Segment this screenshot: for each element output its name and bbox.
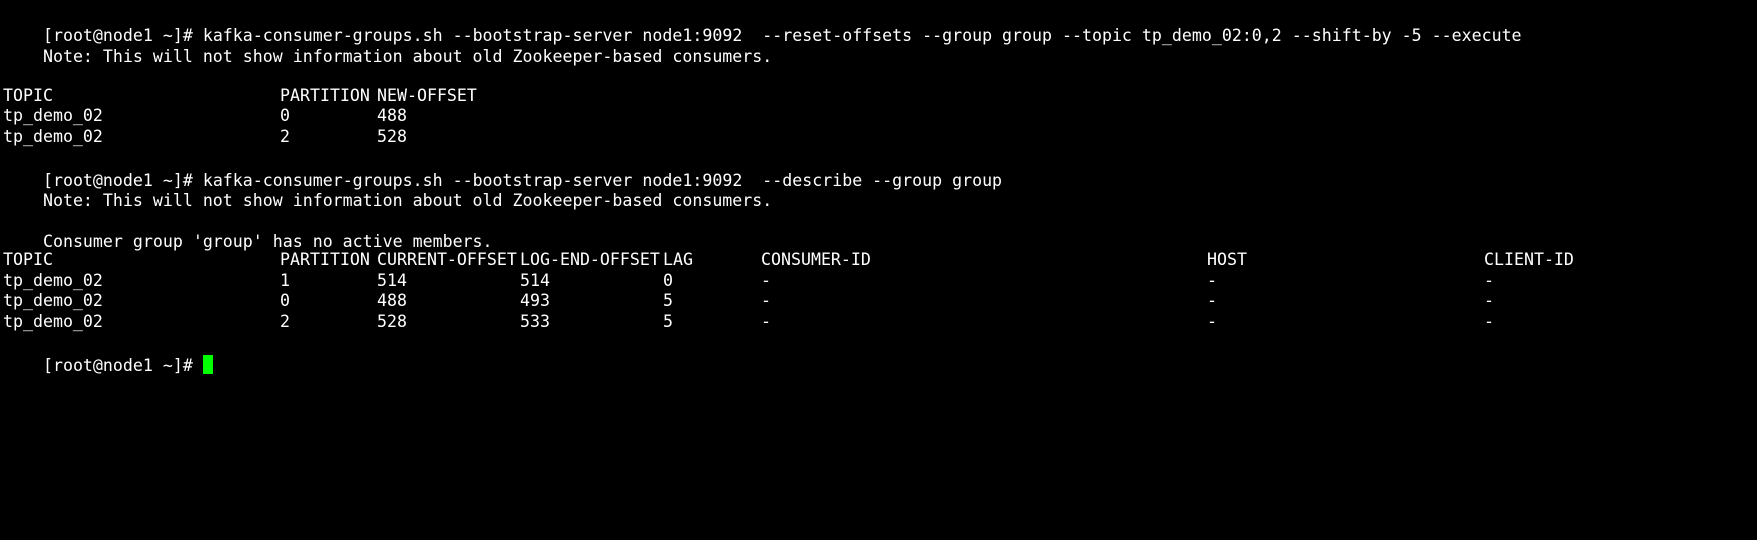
column-header-consumer-id: CONSUMER-ID [761, 250, 871, 269]
column-header-topic: TOPIC [3, 250, 53, 269]
topic-cell: tp_demo_02 [3, 291, 103, 310]
table-row: tp_demo_02 0 488 [3, 104, 407, 127]
column-header-host: HOST [1207, 250, 1247, 269]
column-header-partition: PARTITION [280, 250, 370, 269]
column-header-lag: LAG [663, 250, 693, 269]
column-header-log-end-offset: LOG-END-OFFSET [520, 250, 660, 269]
table-row: tp_demo_02 0 488 493 5 - - - [3, 289, 1494, 312]
partition-cell: 0 [280, 291, 290, 310]
no-active-members-line: Consumer group 'group' has no active mem… [3, 207, 493, 251]
topic-cell: tp_demo_02 [3, 312, 103, 331]
current-offset-cell: 528 [377, 312, 407, 331]
host-cell: - [1207, 312, 1217, 331]
shell-prompt: [root@node1 ~]# [42, 356, 203, 375]
partition-cell: 2 [280, 127, 290, 146]
column-header-client-id: CLIENT-ID [1484, 250, 1574, 269]
client-id-cell: - [1484, 312, 1494, 331]
note-line: Note: This will not show information abo… [3, 166, 772, 210]
note-line: Note: This will not show information abo… [3, 22, 772, 66]
table-row: tp_demo_02 2 528 533 5 - - - [3, 310, 1494, 333]
command-line-current[interactable]: [root@node1 ~]# [3, 331, 213, 375]
partition-cell: 0 [280, 106, 290, 125]
consumer-id-cell: - [761, 291, 771, 310]
note-text: Note: This will not show information abo… [42, 47, 773, 66]
new-offset-cell: 488 [377, 106, 407, 125]
table-row: tp_demo_02 2 528 [3, 125, 407, 148]
partition-cell: 2 [280, 312, 290, 331]
log-end-offset-cell: 533 [520, 312, 550, 331]
current-offset-cell: 488 [377, 291, 407, 310]
command-line-reset: [root@node1 ~]# kafka-consumer-groups.sh… [3, 1, 1522, 45]
log-end-offset-cell: 493 [520, 291, 550, 310]
terminal-window[interactable]: [root@node1 ~]# kafka-consumer-groups.sh… [0, 0, 1757, 404]
column-header-current-offset: CURRENT-OFFSET [377, 250, 517, 269]
topic-cell: tp_demo_02 [3, 106, 103, 125]
text-cursor[interactable] [202, 355, 213, 374]
new-offset-cell: 528 [377, 127, 407, 146]
describe-table-header: TOPIC PARTITION CURRENT-OFFSET LOG-END-O… [3, 248, 1574, 271]
column-header-partition: PARTITION [280, 86, 370, 105]
client-id-cell: - [1484, 291, 1494, 310]
lag-cell: 5 [663, 291, 673, 310]
lag-cell: 5 [663, 312, 673, 331]
topic-cell: tp_demo_02 [3, 127, 103, 146]
consumer-id-cell: - [761, 312, 771, 331]
host-cell: - [1207, 291, 1217, 310]
